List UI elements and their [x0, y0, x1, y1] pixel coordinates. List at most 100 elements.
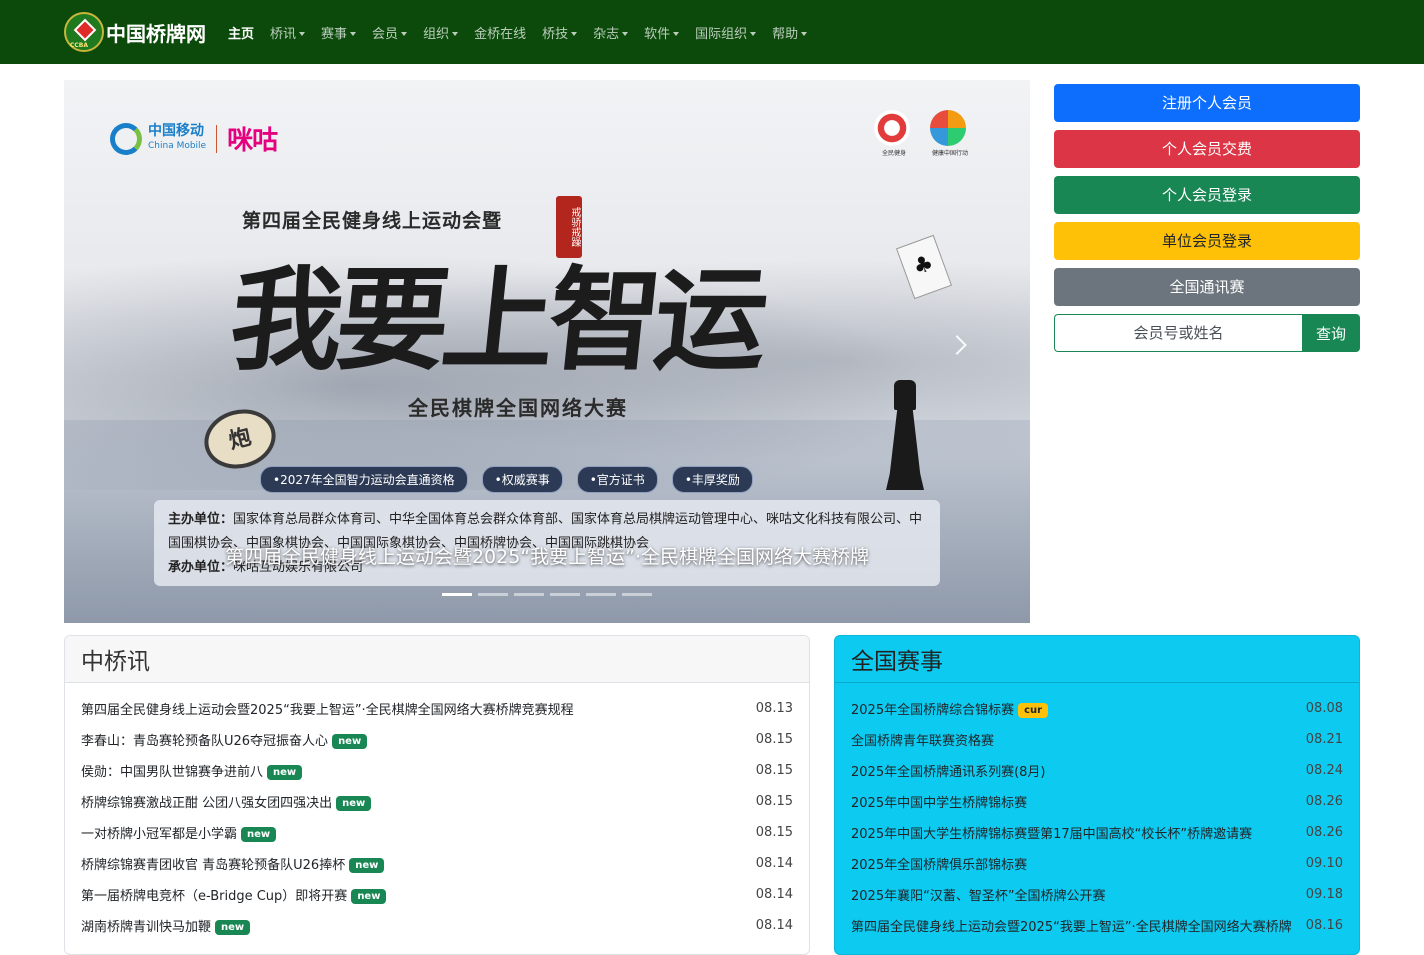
member-search-input[interactable]	[1054, 314, 1302, 352]
item-date: 09.18	[1305, 887, 1343, 902]
item-title-link[interactable]: 2025年全国桥牌通讯系列赛(8月)	[851, 761, 1046, 780]
nav-item-events[interactable]: 赛事	[321, 23, 357, 42]
new-badge: new	[336, 796, 372, 811]
banner-carousel[interactable]: 中国移动 China Mobile 咪咕 全民健身 健康中国行动 第四届全民健身…	[64, 80, 1030, 623]
nav-item-international[interactable]: 国际组织	[695, 23, 757, 42]
ccba-logo-icon: CCBA	[64, 12, 104, 52]
personal-login-button[interactable]: 个人会员登录	[1054, 176, 1360, 214]
match-row[interactable]: 全国桥牌青年联赛资格赛 08.21	[835, 724, 1359, 755]
feature-pill: •权威赛事	[481, 466, 563, 493]
item-title-link[interactable]: 一对桥牌小冠军都是小学霸 new	[81, 823, 277, 842]
item-title-link[interactable]: 湖南桥牌青训快马加鞭 new	[81, 916, 251, 935]
news-row[interactable]: 一对桥牌小冠军都是小学霸 new 08.15	[65, 817, 809, 848]
news-panel-title: 中桥讯	[65, 636, 809, 683]
item-title-link[interactable]: 侯勋：中国男队世锦赛争进前八 new	[81, 761, 303, 780]
sports-for-all-icon	[874, 110, 910, 146]
nav-item-skills[interactable]: 桥技	[542, 23, 578, 42]
item-date: 08.14	[755, 856, 793, 871]
member-pay-button[interactable]: 个人会员交费	[1054, 130, 1360, 168]
match-row[interactable]: 2025年全国桥牌俱乐部锦标赛 09.10	[835, 848, 1359, 879]
item-title-link[interactable]: 2025年全国桥牌俱乐部锦标赛	[851, 854, 1027, 873]
carousel-indicator[interactable]	[622, 593, 652, 596]
caret-down-icon	[750, 32, 757, 36]
brand-link[interactable]: CCBA 中国桥牌网	[64, 12, 206, 52]
nav-item-home[interactable]: 主页	[228, 23, 254, 42]
item-title-link[interactable]: 第一届桥牌电竞杯（e-Bridge Cup）即将开赛 new	[81, 885, 387, 904]
nav-item-organization[interactable]: 组织	[423, 23, 459, 42]
match-row[interactable]: 2025年襄阳“汉蓄、智圣杯”全国桥牌公开赛 09.18	[835, 879, 1359, 910]
item-date: 08.26	[1305, 794, 1343, 809]
feature-pill: •官方证书	[576, 466, 658, 493]
register-member-button[interactable]: 注册个人会员	[1054, 84, 1360, 122]
member-search-button[interactable]: 查询	[1302, 314, 1360, 352]
news-row[interactable]: 侯勋：中国男队世锦赛争进前八 new 08.15	[65, 755, 809, 786]
healthy-china-icon	[930, 110, 966, 146]
item-date: 08.08	[1305, 701, 1343, 716]
current-badge: cur	[1018, 703, 1049, 718]
item-title-link[interactable]: 2025年中国中学生桥牌锦标赛	[851, 792, 1027, 811]
carousel-indicator[interactable]	[586, 593, 616, 596]
carousel-indicators	[442, 593, 658, 596]
item-title-link[interactable]: 李春山：青岛赛轮预备队U26夺冠振奋人心 new	[81, 730, 368, 749]
match-row[interactable]: 第四届全民健身线上运动会暨2025“我要上智运”·全民棋牌全国网络大赛桥牌 08.…	[835, 910, 1359, 941]
caret-down-icon	[801, 32, 808, 36]
new-badge: new	[241, 827, 277, 842]
migu-logo: 咪咕	[227, 126, 278, 156]
caret-down-icon	[401, 32, 408, 36]
nav-item-help[interactable]: 帮助	[772, 23, 808, 42]
match-row[interactable]: 2025年中国中学生桥牌锦标赛 08.26	[835, 786, 1359, 817]
feature-pill: •2027年全国智力运动会直通资格	[260, 466, 468, 493]
sponsor-sports-logo: 全民健身	[874, 110, 914, 158]
match-row[interactable]: 2025年全国桥牌通讯系列赛(8月) 08.24	[835, 755, 1359, 786]
item-title-link[interactable]: 全国桥牌青年联赛资格赛	[851, 730, 994, 749]
item-title-link[interactable]: 2025年中国大学生桥牌锦标赛暨第17届中国高校“校长杯”桥牌邀请赛	[851, 823, 1252, 842]
item-date: 08.26	[1305, 825, 1343, 840]
member-sidebar: 注册个人会员 个人会员交费 个人会员登录 单位会员登录 全国通讯赛 查询	[1054, 84, 1360, 352]
logo-text: CCBA	[70, 42, 89, 49]
news-row[interactable]: 李春山：青岛赛轮预备队U26夺冠振奋人心 new 08.15	[65, 724, 809, 755]
item-title-link[interactable]: 第四届全民健身线上运动会暨2025“我要上智运”·全民棋牌全国网络大赛桥牌竞赛规…	[81, 699, 574, 718]
carousel-indicator[interactable]	[550, 593, 580, 596]
nav-item-members[interactable]: 会员	[372, 23, 408, 42]
nav-item-magazine[interactable]: 杂志	[593, 23, 629, 42]
caret-down-icon	[622, 32, 629, 36]
top-navbar: CCBA 中国桥牌网 主页 桥讯 赛事 会员 组织 金桥在线 桥技 杂志 软件 …	[0, 0, 1424, 64]
item-date: 08.15	[755, 794, 793, 809]
carousel-indicator[interactable]	[514, 593, 544, 596]
new-badge: new	[332, 734, 368, 749]
item-date: 08.15	[755, 763, 793, 778]
unit-login-button[interactable]: 单位会员登录	[1054, 222, 1360, 260]
national-contest-button[interactable]: 全国通讯赛	[1054, 268, 1360, 306]
item-date: 08.24	[1305, 763, 1343, 778]
news-panel: 中桥讯 第四届全民健身线上运动会暨2025“我要上智运”·全民棋牌全国网络大赛桥…	[64, 635, 810, 955]
nav-item-software[interactable]: 软件	[644, 23, 680, 42]
carousel-indicator[interactable]	[442, 593, 472, 596]
nav-item-online[interactable]: 金桥在线	[474, 23, 526, 42]
item-title-link[interactable]: 桥牌综锦赛青团收官 青岛赛轮预备队U26捧杯 new	[81, 854, 385, 873]
item-title-link[interactable]: 第四届全民健身线上运动会暨2025“我要上智运”·全民棋牌全国网络大赛桥牌	[851, 916, 1292, 935]
nav-item-news[interactable]: 桥讯	[270, 23, 306, 42]
item-date: 08.16	[1305, 918, 1343, 933]
news-row[interactable]: 湖南桥牌青训快马加鞭 new 08.14	[65, 910, 809, 941]
china-mobile-icon	[110, 122, 142, 155]
caret-down-icon	[452, 32, 459, 36]
news-row[interactable]: 第一届桥牌电竞杯（e-Bridge Cup）即将开赛 new 08.14	[65, 879, 809, 910]
cm-name: 中国移动	[148, 122, 204, 139]
matches-panel: 全国赛事 2025年全国桥牌综合锦标赛 cur 08.08 全国桥牌青年联赛资格赛 08…	[834, 635, 1360, 955]
match-row[interactable]: 2025年全国桥牌综合锦标赛 cur 08.08	[835, 693, 1359, 724]
news-row[interactable]: 第四届全民健身线上运动会暨2025“我要上智运”·全民棋牌全国网络大赛桥牌竞赛规…	[65, 693, 809, 724]
news-row[interactable]: 桥牌综锦赛青团收官 青岛赛轮预备队U26捧杯 new 08.14	[65, 848, 809, 879]
item-title-link[interactable]: 2025年襄阳“汉蓄、智圣杯”全国桥牌公开赛	[851, 885, 1106, 904]
item-date: 08.14	[755, 918, 793, 933]
item-date: 08.15	[755, 825, 793, 840]
chess-king-icon	[876, 380, 936, 510]
item-title-link[interactable]: 2025年全国桥牌综合锦标赛 cur	[851, 699, 1049, 718]
news-list: 第四届全民健身线上运动会暨2025“我要上智运”·全民棋牌全国网络大赛桥牌竞赛规…	[65, 683, 809, 941]
match-row[interactable]: 2025年中国大学生桥牌锦标赛暨第17届中国高校“校长杯”桥牌邀请赛 08.26	[835, 817, 1359, 848]
item-date: 09.10	[1305, 856, 1343, 871]
diamond-icon	[73, 18, 97, 42]
carousel-indicator[interactable]	[478, 593, 508, 596]
item-title-link[interactable]: 桥牌综锦赛激战正酣 公团八强女团四强决出 new	[81, 792, 372, 811]
news-row[interactable]: 桥牌综锦赛激战正酣 公团八强女团四强决出 new 08.15	[65, 786, 809, 817]
new-badge: new	[351, 889, 387, 904]
